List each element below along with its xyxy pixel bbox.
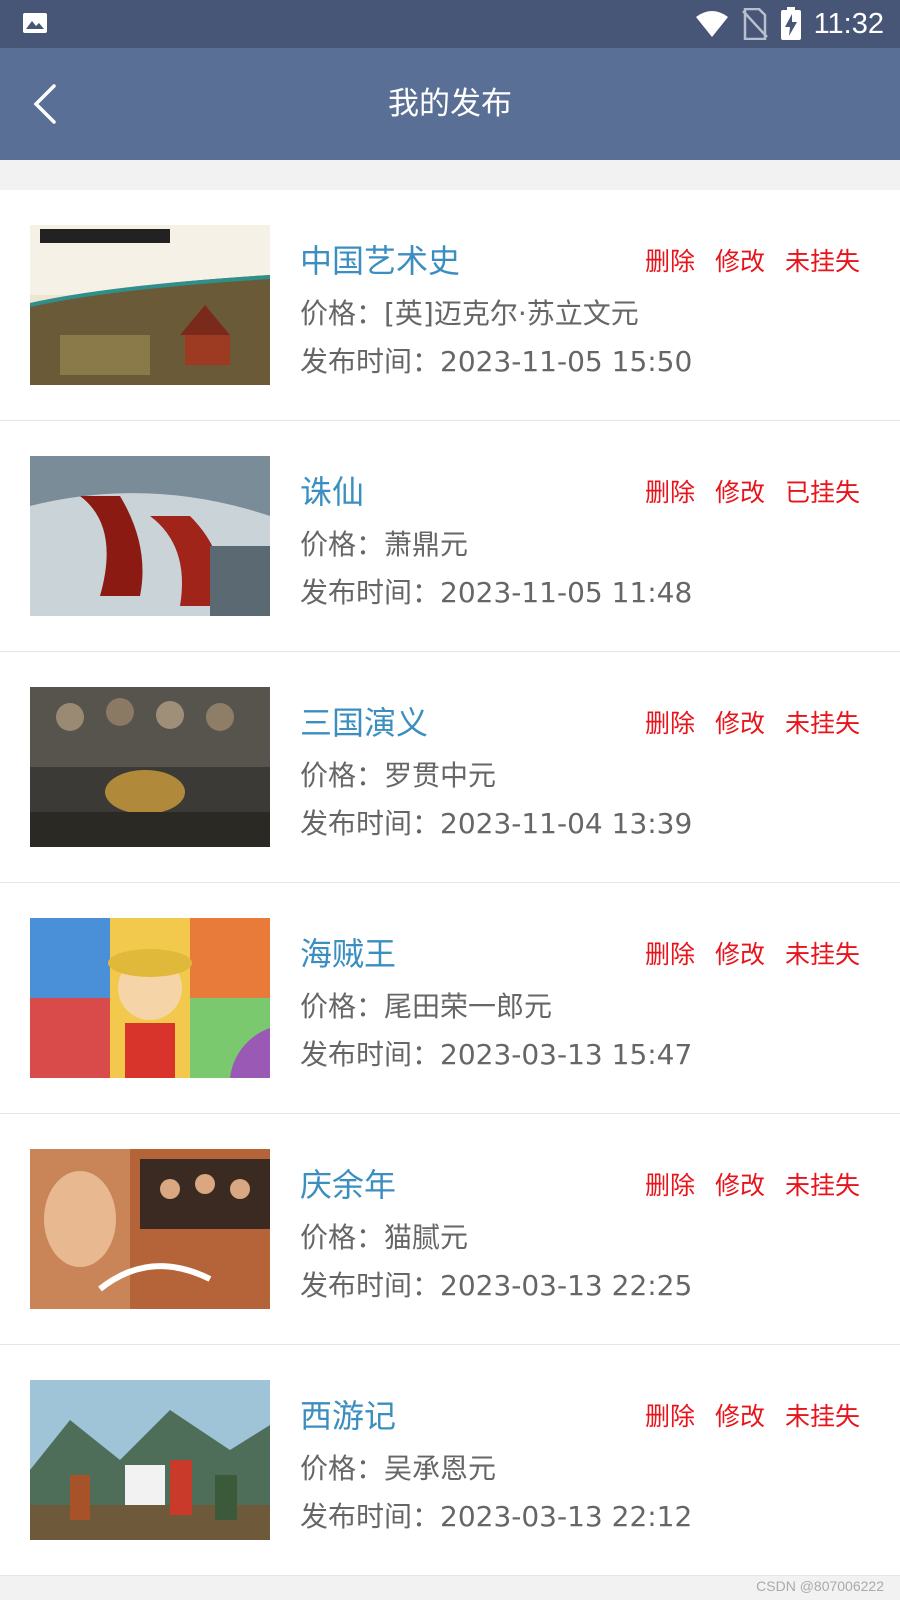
book-cover-image (30, 225, 270, 385)
item-actions: 删除 修改 未挂失 (645, 1166, 860, 1202)
list-item[interactable]: 诛仙 价格：萧鼎元 发布时间：2023-11-05 11:48 删除 修改 已挂… (0, 421, 900, 652)
item-title: 海贼王 (300, 935, 397, 973)
delete-button[interactable]: 删除 (645, 704, 695, 740)
item-publish-time: 发布时间：2023-11-04 13:39 (300, 807, 693, 840)
item-price: 价格：[英]迈克尔·苏立文元 (300, 297, 639, 330)
edit-button[interactable]: 修改 (715, 473, 765, 509)
item-price: 价格：罗贯中元 (300, 759, 497, 792)
item-actions: 删除 修改 未挂失 (645, 704, 860, 740)
item-publish-time: 发布时间：2023-11-05 15:50 (300, 345, 693, 378)
delete-button[interactable]: 删除 (645, 1397, 695, 1433)
loss-status-button[interactable]: 未挂失 (785, 935, 860, 971)
item-publish-time: 发布时间：2023-11-05 11:48 (300, 576, 693, 609)
item-actions: 删除 修改 未挂失 (645, 242, 860, 278)
list-item[interactable]: 三国演义 价格：罗贯中元 发布时间：2023-11-04 13:39 删除 修改… (0, 652, 900, 883)
gallery-icon (23, 13, 47, 33)
loss-status-button[interactable]: 未挂失 (785, 1166, 860, 1202)
item-price: 价格：萧鼎元 (300, 528, 469, 561)
item-actions: 删除 修改 已挂失 (645, 473, 860, 509)
list-item[interactable]: 中国艺术史 价格：[英]迈克尔·苏立文元 发布时间：2023-11-05 15:… (0, 190, 900, 421)
item-actions: 删除 修改 未挂失 (645, 1397, 860, 1433)
loss-status-button[interactable]: 未挂失 (785, 704, 860, 740)
book-cover-image (30, 456, 270, 616)
delete-button[interactable]: 删除 (645, 935, 695, 971)
item-price: 价格：猫腻元 (300, 1221, 469, 1254)
edit-button[interactable]: 修改 (715, 242, 765, 278)
battery-charging-icon (780, 7, 801, 40)
status-time: 11:32 (813, 7, 884, 40)
item-title: 诛仙 (300, 473, 365, 511)
app-bar: 我的发布 (0, 48, 900, 160)
status-bar: 11:32 (0, 0, 900, 48)
list-item[interactable]: 西游记 价格：吴承恩元 发布时间：2023-03-13 22:12 删除 修改 … (0, 1345, 900, 1576)
watermark: CSDN @807006222 (756, 1578, 884, 1594)
edit-button[interactable]: 修改 (715, 935, 765, 971)
loss-status-button[interactable]: 未挂失 (785, 242, 860, 278)
item-title: 三国演义 (300, 704, 429, 742)
edit-button[interactable]: 修改 (715, 704, 765, 740)
edit-button[interactable]: 修改 (715, 1166, 765, 1202)
item-publish-time: 发布时间：2023-03-13 15:47 (300, 1038, 693, 1071)
item-title: 庆余年 (300, 1166, 397, 1204)
book-cover-image (30, 687, 270, 847)
status-icons: 11:32 (694, 0, 884, 48)
book-cover-image (30, 918, 270, 1078)
item-publish-time: 发布时间：2023-03-13 22:25 (300, 1269, 693, 1302)
loss-status-button[interactable]: 已挂失 (785, 473, 860, 509)
delete-button[interactable]: 删除 (645, 473, 695, 509)
list-item[interactable]: 庆余年 价格：猫腻元 发布时间：2023-03-13 22:25 删除 修改 未… (0, 1114, 900, 1345)
item-title: 西游记 (300, 1397, 397, 1435)
delete-button[interactable]: 删除 (645, 1166, 695, 1202)
wifi-icon (695, 11, 728, 37)
book-cover-image (30, 1149, 270, 1309)
no-sim-icon (741, 8, 768, 40)
loss-status-button[interactable]: 未挂失 (785, 1397, 860, 1433)
item-actions: 删除 修改 未挂失 (645, 935, 860, 971)
item-price: 价格：尾田荣一郎元 (300, 990, 553, 1023)
item-price: 价格：吴承恩元 (300, 1452, 497, 1485)
edit-button[interactable]: 修改 (715, 1397, 765, 1433)
page-title: 我的发布 (388, 86, 512, 122)
item-title: 中国艺术史 (300, 242, 461, 280)
book-cover-image (30, 1380, 270, 1540)
item-publish-time: 发布时间：2023-03-13 22:12 (300, 1500, 693, 1533)
publish-list: 中国艺术史 价格：[英]迈克尔·苏立文元 发布时间：2023-11-05 15:… (0, 190, 900, 1576)
delete-button[interactable]: 删除 (645, 242, 695, 278)
list-item[interactable]: 海贼王 价格：尾田荣一郎元 发布时间：2023-03-13 15:47 删除 修… (0, 883, 900, 1114)
